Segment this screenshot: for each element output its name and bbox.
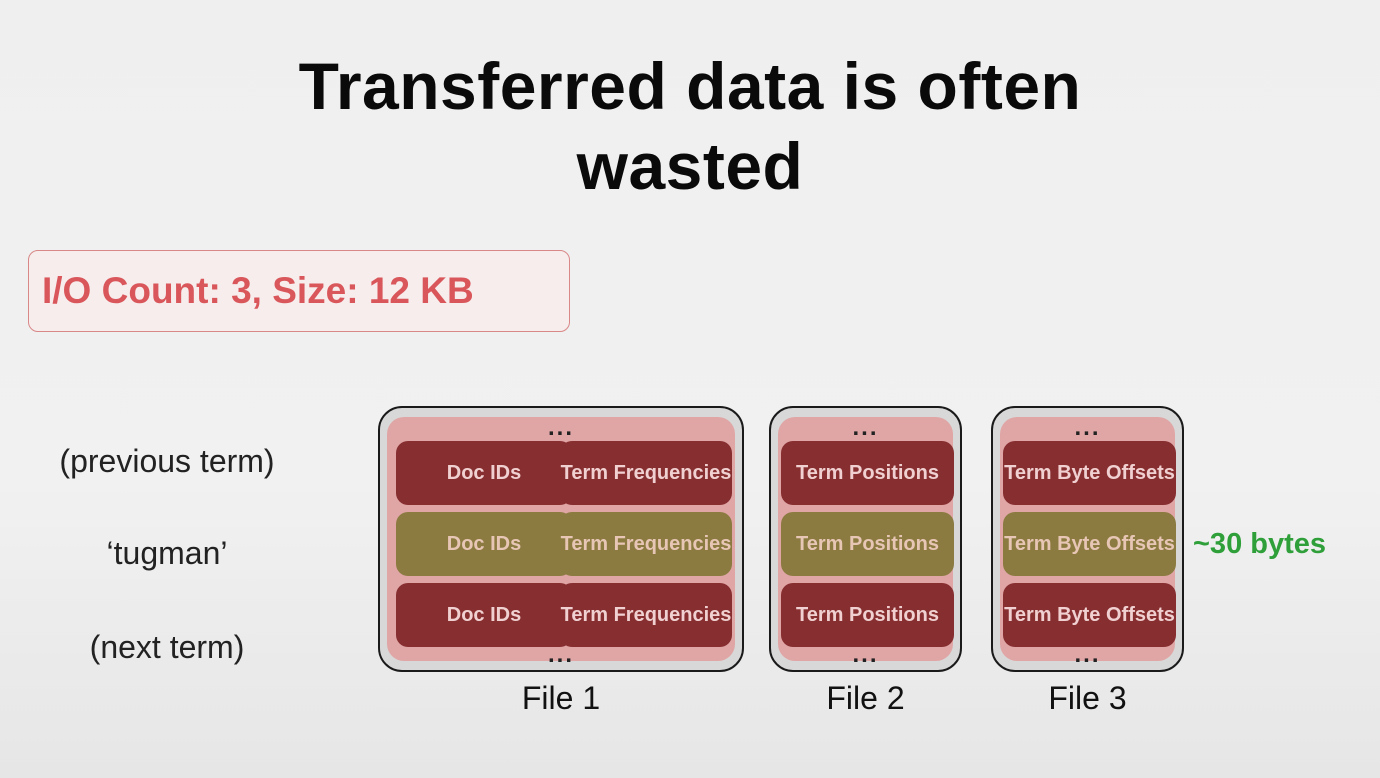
file-3-top-ellipsis: ...: [1074, 414, 1101, 441]
row-label-previous-term: (previous term): [59, 443, 275, 479]
file-3-next-term-byte-offsets: Term Byte Offsets: [1003, 583, 1176, 647]
row-label-tugman: ‘tugman’: [106, 535, 228, 571]
slide-title-line-1: Transferred data is often: [298, 49, 1082, 123]
file-1-tugman-doc-ids: Doc IDs: [396, 512, 572, 576]
file-3-label: File 3: [1048, 680, 1127, 716]
size-note: ~30 bytes: [1193, 528, 1327, 560]
slide-title-line-2: wasted: [576, 129, 804, 203]
file-1-tugman-term-frequencies: Term Frequencies: [560, 512, 732, 576]
file-3-box: ... ... Term Byte Offsets Term Byte Offs…: [991, 406, 1184, 672]
file-2-next-term-positions: Term Positions: [781, 583, 954, 647]
file-3-bottom-ellipsis: ...: [1074, 641, 1101, 668]
file-3-tugman-term-byte-offsets: Term Byte Offsets: [1003, 512, 1176, 576]
file-2-box: ... ... Term Positions Term Positions Te…: [769, 406, 962, 672]
file-2-label: File 2: [826, 680, 905, 716]
file-1-box: ... ... Doc IDs Term Frequencies Doc IDs…: [378, 406, 744, 672]
file-2-bottom-ellipsis: ...: [852, 641, 879, 668]
file-1-top-ellipsis: ...: [547, 414, 574, 441]
file-1-bottom-ellipsis: ...: [547, 641, 574, 668]
file-1-label: File 1: [521, 680, 601, 716]
file-1-previous-term-frequencies: Term Frequencies: [560, 441, 732, 505]
file-2-previous-term-positions: Term Positions: [781, 441, 954, 505]
file-2-top-ellipsis: ...: [852, 414, 879, 441]
slide-title: Transferred data is often wasted: [0, 46, 1380, 206]
file-3-previous-term-byte-offsets: Term Byte Offsets: [1003, 441, 1176, 505]
file-2-tugman-term-positions: Term Positions: [781, 512, 954, 576]
io-summary-box: I/O Count: 3, Size: 12 KB: [28, 250, 570, 332]
row-label-next-term: (next term): [89, 629, 245, 665]
file-1-previous-doc-ids: Doc IDs: [396, 441, 572, 505]
file-1-next-doc-ids: Doc IDs: [396, 583, 572, 647]
file-1-next-term-frequencies: Term Frequencies: [560, 583, 732, 647]
